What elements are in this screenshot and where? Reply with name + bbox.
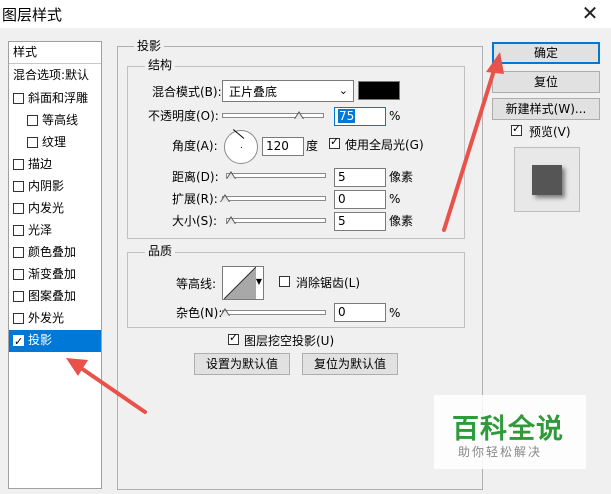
arrow-icon — [66, 358, 147, 414]
watermark-subtitle: 助你轻松解决 — [458, 445, 543, 459]
watermark: 百科全说 助你轻松解决 — [434, 395, 586, 469]
arrow-icon — [442, 52, 504, 232]
watermark-title: 百科全说 — [452, 414, 564, 445]
